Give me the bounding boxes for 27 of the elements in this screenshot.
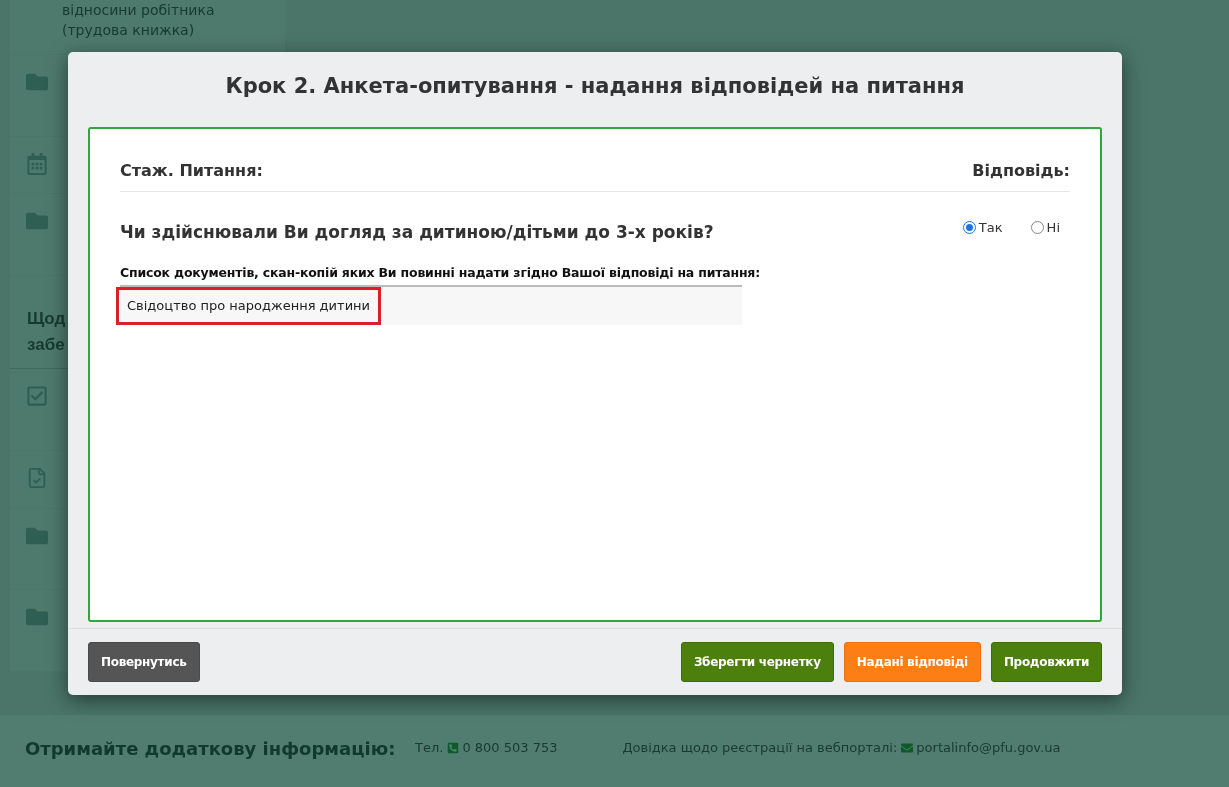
phone-icon: [447, 742, 460, 754]
column-heading: Стаж. Питання:: [120, 160, 263, 182]
column-heading: Відповідь:: [972, 160, 1070, 182]
action-button[interactable]: Зберегти чернетку: [680, 642, 834, 682]
help-label: Довідка щодо реєстрації на вебпорталі:: [622, 739, 898, 758]
sidebar-text: відносини робітника: [62, 1, 216, 20]
document-check-icon: [26, 466, 48, 489]
phone-label: Тел.: [415, 739, 444, 758]
question-text: Чи здійснювали Ви догляд за дитиною/дітьми до 3-х років?: [120, 221, 714, 244]
action-button[interactable]: Надані відповіді: [843, 642, 981, 682]
phone-number: 0 800 503 753: [462, 739, 559, 758]
documents-label: Список документів, скан-копій яких Ви повинні надати згідно Вашої відповіді на питання:: [120, 263, 761, 282]
sidebar-text: (трудова книжка): [62, 21, 196, 40]
section-heading: забе: [27, 334, 65, 357]
footer-title: Отримайте додаткову інформацію:: [25, 736, 397, 761]
radio-option[interactable]: Так: [962, 218, 1003, 238]
document-item: Свідоцтво про народження дитини: [116, 287, 382, 325]
action-button[interactable]: Повернутись: [88, 642, 200, 682]
email-icon: [901, 742, 914, 754]
calendar-icon: [26, 152, 48, 175]
folder-icon: [26, 71, 48, 93]
radio-option[interactable]: Ні: [1030, 218, 1060, 238]
email-link[interactable]: portalinfo@pfu.gov.ua: [916, 738, 1061, 758]
action-button[interactable]: Продовжити: [990, 642, 1102, 682]
checkbox-icon: [26, 385, 48, 408]
section-heading: Щод: [27, 308, 66, 331]
modal-title: Крок 2. Анкета-опитування - надання відповідей на питання: [225, 73, 965, 101]
